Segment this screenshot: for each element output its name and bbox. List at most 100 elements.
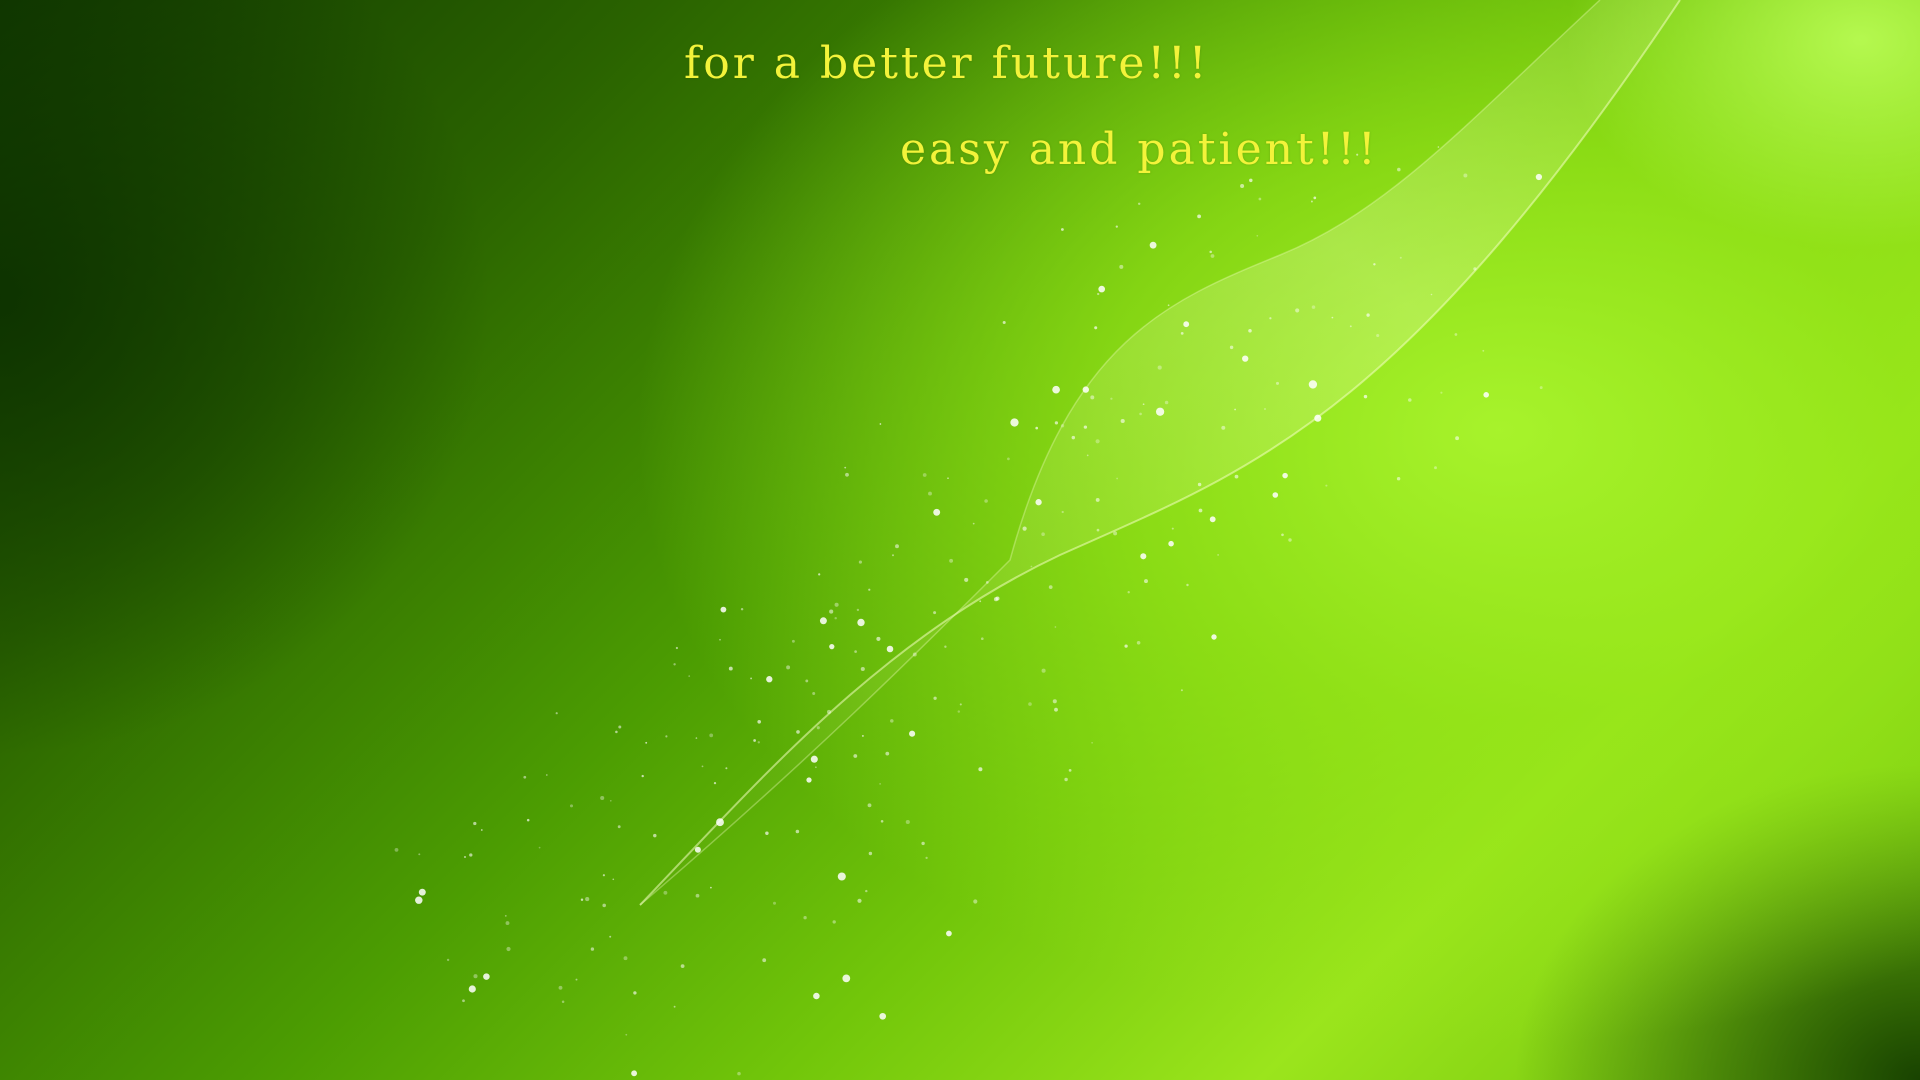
sparkle (865, 889, 868, 893)
sparkle (837, 872, 846, 881)
sparkle (964, 577, 969, 582)
sparkle (928, 491, 932, 496)
sparkle (1437, 146, 1440, 148)
sparkle (1311, 305, 1316, 309)
sparkle (1483, 392, 1489, 398)
sparkle (765, 831, 769, 836)
sparkle (1234, 408, 1236, 411)
sparkle (933, 696, 937, 700)
sparkle (829, 643, 835, 650)
sparkle (868, 851, 873, 856)
sparkle (719, 638, 721, 641)
sparkle (713, 781, 717, 785)
sparkle (1234, 474, 1239, 479)
sparkle (985, 581, 989, 584)
sparkle (973, 899, 978, 904)
sparkle (464, 856, 466, 858)
sparkle (857, 898, 862, 903)
sparkle (716, 818, 724, 827)
sparkle (993, 597, 999, 602)
sparkle (469, 853, 473, 857)
sparkle (818, 573, 821, 576)
sparkle (1061, 228, 1064, 231)
sparkle (947, 477, 949, 480)
sparkle (1473, 267, 1477, 271)
sparkle (1282, 472, 1288, 479)
sparkle (922, 473, 927, 477)
sparkle (675, 646, 679, 650)
sparkle (737, 1071, 741, 1076)
sparkle (740, 607, 744, 611)
sparkle (1144, 579, 1148, 584)
sparkle (1157, 365, 1162, 370)
sparkle (879, 783, 881, 785)
sparkle (1210, 254, 1215, 258)
sparkle (394, 848, 399, 852)
sparkle (750, 677, 753, 680)
sparkle (545, 774, 548, 776)
sparkle (1083, 425, 1088, 429)
sparkle (1168, 540, 1174, 547)
sparkle (1061, 510, 1064, 514)
sparkle (1030, 565, 1033, 568)
sparkle (1275, 381, 1280, 385)
sparkle (766, 676, 773, 683)
sparkle (1366, 313, 1370, 317)
sparkle (673, 663, 676, 666)
sparkle (575, 978, 578, 981)
sparkle (695, 893, 700, 898)
sparkle (829, 609, 834, 614)
sparkle (641, 774, 644, 778)
sparkle (1028, 702, 1032, 706)
sparkle (1434, 466, 1437, 470)
sparkle (615, 730, 618, 734)
sparkle (561, 1000, 565, 1003)
sparkle (886, 645, 894, 653)
sparkle (925, 856, 928, 860)
sparkle (625, 1033, 628, 1036)
sparkle (1288, 538, 1292, 542)
sparkle (728, 666, 733, 671)
sparkle (834, 602, 839, 607)
sparkle (617, 825, 621, 829)
sparkle (978, 767, 983, 772)
sparkle (1071, 435, 1076, 440)
sparkle (1314, 414, 1322, 422)
sparkle (1041, 532, 1045, 536)
sparkle (633, 991, 637, 995)
sparkle (1430, 293, 1433, 296)
sparkle (1110, 397, 1113, 400)
sparkle (979, 600, 982, 603)
sparkle (1399, 256, 1402, 259)
sparkle (1221, 425, 1226, 430)
sparkle (803, 916, 807, 920)
sparkle (480, 829, 483, 831)
sparkle (944, 645, 947, 648)
sparkle (1086, 454, 1089, 457)
sparkle (623, 956, 628, 961)
sparkle (680, 964, 685, 968)
sparkle (1068, 769, 1072, 772)
sparkle (418, 853, 421, 856)
sparkle (688, 675, 691, 677)
sparkle (1217, 554, 1219, 556)
sparkle (879, 1012, 887, 1020)
sparkle (1097, 292, 1100, 296)
sparkle (1263, 407, 1267, 411)
sparkle (1313, 196, 1317, 200)
sparkle (1052, 699, 1057, 704)
sparkle (1124, 644, 1128, 648)
sparkle (709, 733, 714, 738)
sparkle (857, 618, 865, 627)
sparkle (1408, 398, 1412, 402)
sparkle (1035, 426, 1039, 430)
sparkle (1249, 178, 1253, 183)
sparkle (854, 650, 857, 653)
sparkle (1164, 400, 1169, 405)
sparkle (1127, 591, 1130, 594)
sparkle (1035, 499, 1042, 506)
sparkle (1136, 641, 1141, 645)
sparkle (665, 735, 668, 738)
sparkle (1007, 457, 1010, 461)
sparkle (876, 636, 881, 641)
